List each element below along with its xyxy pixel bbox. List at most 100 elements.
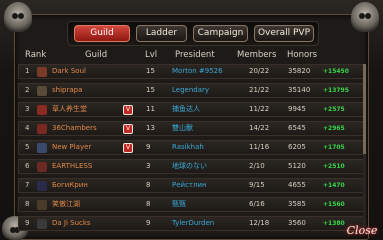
level-cell: 11 xyxy=(146,105,155,113)
guild-name: 36Chambers xyxy=(52,124,97,132)
honors-cell: 3585 xyxy=(288,200,306,208)
honors-cell: 6205 xyxy=(288,143,306,151)
honors-gain: +15450 xyxy=(323,68,349,75)
rank-cell: 4 xyxy=(25,124,30,132)
table-row[interactable]: 3 草人养生堂 V 11 捕鱼达人 11/22 9945 +2575 xyxy=(18,102,364,117)
guild-name: Da Ji Sucks xyxy=(52,219,91,227)
level-cell: 3 xyxy=(146,162,151,170)
guild-emblem-icon xyxy=(37,181,47,191)
president-name: Рейстлин xyxy=(172,181,207,189)
honors-cell: 4655 xyxy=(288,181,306,189)
rank-cell: 1 xyxy=(25,67,30,75)
guild-name: shiprapa xyxy=(52,86,83,94)
rank-cell: 9 xyxy=(25,219,30,227)
honors-gain: +2510 xyxy=(323,163,345,170)
honors-cell: 5120 xyxy=(288,162,306,170)
guild-name: 草人养生堂 xyxy=(52,105,87,113)
skull-ornament-icon xyxy=(4,2,32,32)
guild-emblem-icon xyxy=(37,105,47,115)
table-row[interactable]: 5 New Player V 9 Rasikhah 11/16 6205 +1705 xyxy=(18,140,364,155)
guild-emblem-icon xyxy=(37,86,47,96)
tab-campaign[interactable]: Campaign xyxy=(193,25,248,42)
members-cell: 14/22 xyxy=(249,124,270,132)
shield-badge-icon: V xyxy=(123,124,133,134)
honors-cell: 6545 xyxy=(288,124,306,132)
table-header: Rank Guild Lvl President Members Honors xyxy=(0,50,383,63)
guild-name: Dark Soul xyxy=(52,67,86,75)
guild-list[interactable]: 1 Dark Soul 15 Morton #9526 20/22 35820 +15450… xyxy=(18,64,364,234)
members-cell: 11/16 xyxy=(249,143,270,151)
president-name: Morton #9526 xyxy=(172,67,223,75)
column-header-members: Members xyxy=(237,50,277,60)
president-name: Rasikhah xyxy=(172,143,204,151)
rank-cell: 3 xyxy=(25,105,30,113)
guild-name: 笑傲江湖 xyxy=(52,200,80,208)
honors-gain: +2965 xyxy=(323,125,345,132)
level-cell: 9 xyxy=(146,143,151,151)
guild-emblem-icon xyxy=(37,143,47,153)
president-name: 甄甄 xyxy=(172,200,186,208)
tab-guild[interactable]: Guild xyxy=(74,25,130,42)
guild-emblem-icon xyxy=(37,67,47,77)
members-cell: 21/22 xyxy=(249,86,270,94)
level-cell: 13 xyxy=(146,124,155,132)
column-header-honors: Honors xyxy=(287,50,318,60)
president-name: 捕鱼达人 xyxy=(172,105,200,113)
guild-name: New Player xyxy=(52,143,92,151)
shield-badge-icon: V xyxy=(123,143,133,153)
table-row[interactable]: 6 EARTHLESS 3 地球のない 2/10 5120 +2510 xyxy=(18,159,364,174)
scrollbar-thumb[interactable] xyxy=(363,64,366,154)
honors-cell: 3560 xyxy=(288,219,306,227)
column-header-lvl: Lvl xyxy=(145,50,158,60)
rank-cell: 8 xyxy=(25,200,30,208)
level-cell: 8 xyxy=(146,181,151,189)
close-button[interactable]: Close xyxy=(343,222,381,240)
members-cell: 11/22 xyxy=(249,105,270,113)
level-cell: 15 xyxy=(146,86,155,94)
rank-cell: 6 xyxy=(25,162,30,170)
members-cell: 9/15 xyxy=(249,181,265,189)
members-cell: 20/22 xyxy=(249,67,270,75)
president-name: 雙山獸 xyxy=(172,124,193,132)
president-name: Legendary xyxy=(172,86,210,94)
table-row[interactable]: 2 shiprapa 15 Legendary 21/22 35140 +13795 xyxy=(18,83,364,98)
column-header-president: President xyxy=(175,50,215,60)
guild-emblem-icon xyxy=(37,200,47,210)
rank-cell: 5 xyxy=(25,143,30,151)
guild-ranking-window: Guild Ladder Campaign Overall PVP Rank G… xyxy=(0,0,383,240)
honors-gain: +1560 xyxy=(323,201,345,208)
table-row[interactable]: 8 笑傲江湖 8 甄甄 6/16 3585 +1560 xyxy=(18,197,364,212)
level-cell: 8 xyxy=(146,200,151,208)
tab-ladder[interactable]: Ladder xyxy=(136,25,187,42)
members-cell: 6/16 xyxy=(249,200,265,208)
table-row[interactable]: 9 Da Ji Sucks 9 TylerDurden 12/18 3560 +1380 xyxy=(18,216,364,231)
members-cell: 2/10 xyxy=(249,162,265,170)
honors-gain: +1470 xyxy=(323,182,345,189)
ranking-tabs: Guild Ladder Campaign Overall PVP xyxy=(67,21,319,46)
table-row[interactable]: 7 БогиКрин 8 Рейстлин 9/15 4655 +1470 xyxy=(18,178,364,193)
honors-cell: 35820 xyxy=(288,67,311,75)
level-cell: 9 xyxy=(146,219,151,227)
rank-cell: 7 xyxy=(25,181,30,189)
guild-name: БогиКрин xyxy=(52,181,88,189)
table-row[interactable]: 4 36Chambers V 13 雙山獸 14/22 6545 +2965 xyxy=(18,121,364,136)
honors-gain: +1705 xyxy=(323,144,345,151)
honors-cell: 35140 xyxy=(288,86,311,94)
honors-gain: +13795 xyxy=(323,87,349,94)
column-header-rank: Rank xyxy=(25,50,47,60)
scrollbar[interactable] xyxy=(363,64,366,226)
guild-emblem-icon xyxy=(37,124,47,134)
column-header-guild: Guild xyxy=(85,50,108,60)
honors-cell: 9945 xyxy=(288,105,306,113)
table-row[interactable]: 1 Dark Soul 15 Morton #9526 20/22 35820 +15450 xyxy=(18,64,364,79)
president-name: 地球のない xyxy=(172,162,207,170)
members-cell: 12/18 xyxy=(249,219,270,227)
skull-ornament-icon xyxy=(351,2,379,32)
honors-gain: +2575 xyxy=(323,106,345,113)
rank-cell: 2 xyxy=(25,86,30,94)
tab-overall-pvp[interactable]: Overall PVP xyxy=(254,25,314,42)
guild-emblem-icon xyxy=(37,219,47,229)
guild-emblem-icon xyxy=(37,162,47,172)
guild-name: EARTHLESS xyxy=(52,162,93,170)
level-cell: 15 xyxy=(146,67,155,75)
